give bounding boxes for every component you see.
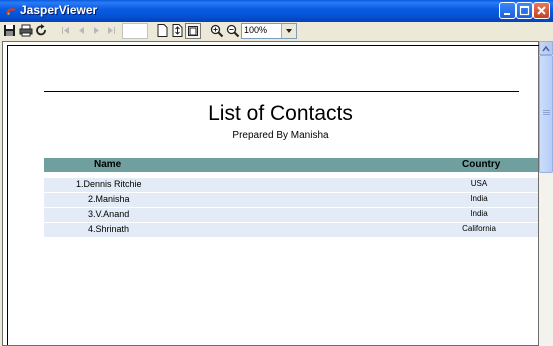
contact-name: 3.V.Anand bbox=[88, 209, 130, 219]
fit-page-button[interactable] bbox=[170, 23, 186, 39]
contact-name: 1.Dennis Ritchie bbox=[76, 179, 142, 189]
reload-icon bbox=[36, 24, 46, 36]
table-row: 3.V.Anand India bbox=[44, 208, 538, 222]
zoom-in-icon bbox=[210, 24, 224, 38]
last-page-icon bbox=[108, 27, 115, 34]
previous-page-button[interactable] bbox=[74, 23, 90, 39]
chevron-up-icon bbox=[542, 45, 550, 52]
thumb-grip bbox=[543, 110, 550, 111]
title-divider bbox=[44, 91, 519, 92]
fit-width-button[interactable] bbox=[185, 23, 201, 39]
report-subtitle: Prepared By Manisha bbox=[232, 130, 329, 141]
column-header-name: Name bbox=[94, 159, 122, 170]
column-header-country: Country bbox=[462, 159, 501, 170]
next-page-button[interactable] bbox=[89, 23, 105, 39]
zoom-dropdown-button[interactable] bbox=[281, 24, 296, 38]
table-row: 2.Manisha India bbox=[44, 193, 538, 207]
zoom-out-icon bbox=[226, 24, 240, 38]
thumb-grip bbox=[543, 112, 550, 113]
close-icon bbox=[537, 6, 546, 15]
chevron-down-icon bbox=[286, 29, 292, 33]
previous-page-icon bbox=[79, 27, 84, 34]
vertical-scrollbar[interactable] bbox=[539, 41, 553, 346]
zoom-select[interactable]: 100% bbox=[241, 23, 297, 39]
contact-name: 4.Shrinath bbox=[88, 224, 130, 234]
zoom-value: 100% bbox=[244, 25, 268, 35]
table-row: 1.Dennis Ritchie USA bbox=[44, 178, 538, 192]
zoom-in-button[interactable] bbox=[209, 23, 225, 39]
print-button[interactable] bbox=[18, 23, 34, 39]
save-icon bbox=[4, 25, 15, 36]
print-icon bbox=[19, 24, 33, 37]
jasper-viewer-window: JasperViewer 100% List of Contacts Prepa… bbox=[0, 0, 553, 346]
contact-country: USA bbox=[470, 179, 488, 188]
maximize-button[interactable] bbox=[516, 2, 533, 19]
window-title: JasperViewer bbox=[20, 3, 98, 17]
viewer-toolbar: 100% bbox=[0, 22, 553, 40]
page-edge bbox=[7, 45, 8, 345]
maximize-icon bbox=[519, 5, 530, 16]
table-header: Name Country bbox=[44, 158, 538, 172]
next-page-icon bbox=[94, 27, 99, 34]
scroll-up-button[interactable] bbox=[539, 41, 553, 55]
jasper-app-icon bbox=[6, 8, 16, 15]
contact-country: India bbox=[470, 194, 488, 203]
fit-page-icon bbox=[172, 24, 183, 37]
actual-size-icon bbox=[157, 24, 168, 37]
table-row: 4.Shrinath California bbox=[44, 223, 538, 237]
page-edge bbox=[7, 45, 540, 46]
report-viewport[interactable]: List of Contacts Prepared By Manisha Nam… bbox=[2, 41, 540, 346]
first-page-icon bbox=[62, 27, 69, 34]
minimize-button[interactable] bbox=[499, 2, 516, 19]
contact-country: India bbox=[470, 209, 488, 218]
page-number-input[interactable] bbox=[122, 23, 148, 39]
first-page-button[interactable] bbox=[58, 23, 74, 39]
last-page-button[interactable] bbox=[104, 23, 120, 39]
save-button[interactable] bbox=[2, 23, 18, 39]
report-title: List of Contacts bbox=[208, 102, 353, 125]
close-button[interactable] bbox=[533, 2, 550, 19]
contact-name: 2.Manisha bbox=[88, 194, 130, 204]
zoom-out-button[interactable] bbox=[225, 23, 241, 39]
minimize-icon bbox=[504, 13, 510, 15]
scroll-thumb[interactable] bbox=[539, 55, 553, 173]
thumb-grip bbox=[543, 114, 550, 115]
actual-size-button[interactable] bbox=[155, 23, 171, 39]
contact-country: California bbox=[462, 224, 496, 233]
reload-button[interactable] bbox=[34, 23, 50, 39]
fit-width-icon bbox=[188, 26, 198, 36]
title-bar[interactable]: JasperViewer bbox=[0, 0, 553, 22]
